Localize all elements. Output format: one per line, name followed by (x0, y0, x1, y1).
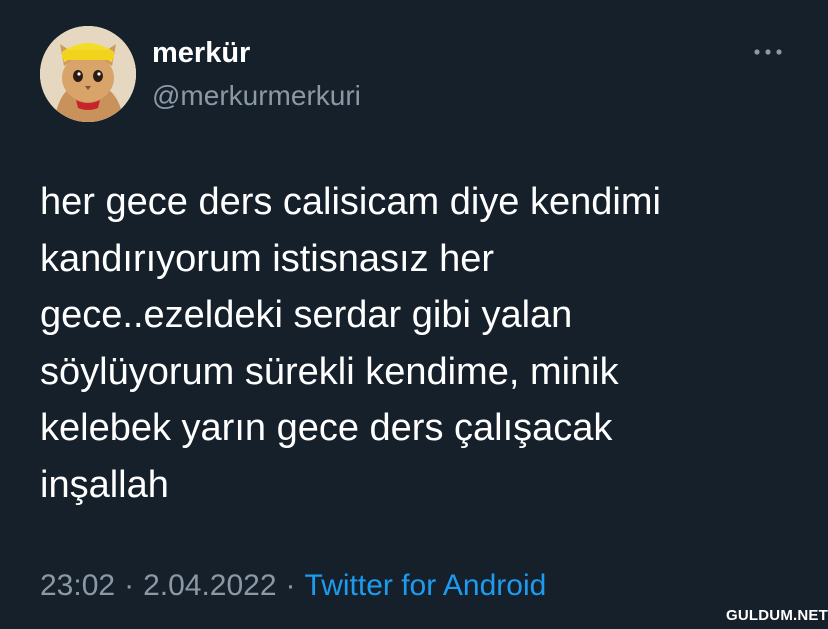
tweet-text-line: kandırıyorum istisnasız her (40, 237, 495, 280)
meta-separator: · (124, 569, 135, 602)
tweet-date[interactable]: 2.04.2022 (143, 569, 276, 602)
display-name[interactable]: merkür (152, 36, 250, 70)
tweet-source-link[interactable]: Twitter for Android (305, 569, 547, 602)
kitten-avatar-icon (40, 26, 136, 122)
tweet-metadata: 23:02 · 2.04.2022 · Twitter for Android (40, 568, 546, 604)
tweet-time[interactable]: 23:02 (40, 569, 115, 602)
meta-separator: · (285, 569, 296, 602)
tweet-text-line: kelebek yarın gece ders çalışacak (40, 407, 613, 449)
more-options-button[interactable] (748, 38, 788, 66)
tweet-text-line: inşallah (40, 463, 169, 506)
watermark: GULDUM.NET (726, 607, 828, 624)
avatar[interactable] (40, 26, 136, 122)
tweet-text-line: her gece ders calisicam diye kendimi (40, 181, 661, 223)
more-options-icon (754, 49, 782, 55)
tweet-text-line: gece..ezeldeki serdar gibi yalan (40, 294, 573, 336)
tweet-text: her gece ders calisicam diye kendimi kan… (40, 174, 780, 513)
tweet-text-line: söylüyorum sürekli kendime, minik (40, 350, 619, 393)
user-handle[interactable]: @merkurmerkuri (152, 80, 361, 112)
